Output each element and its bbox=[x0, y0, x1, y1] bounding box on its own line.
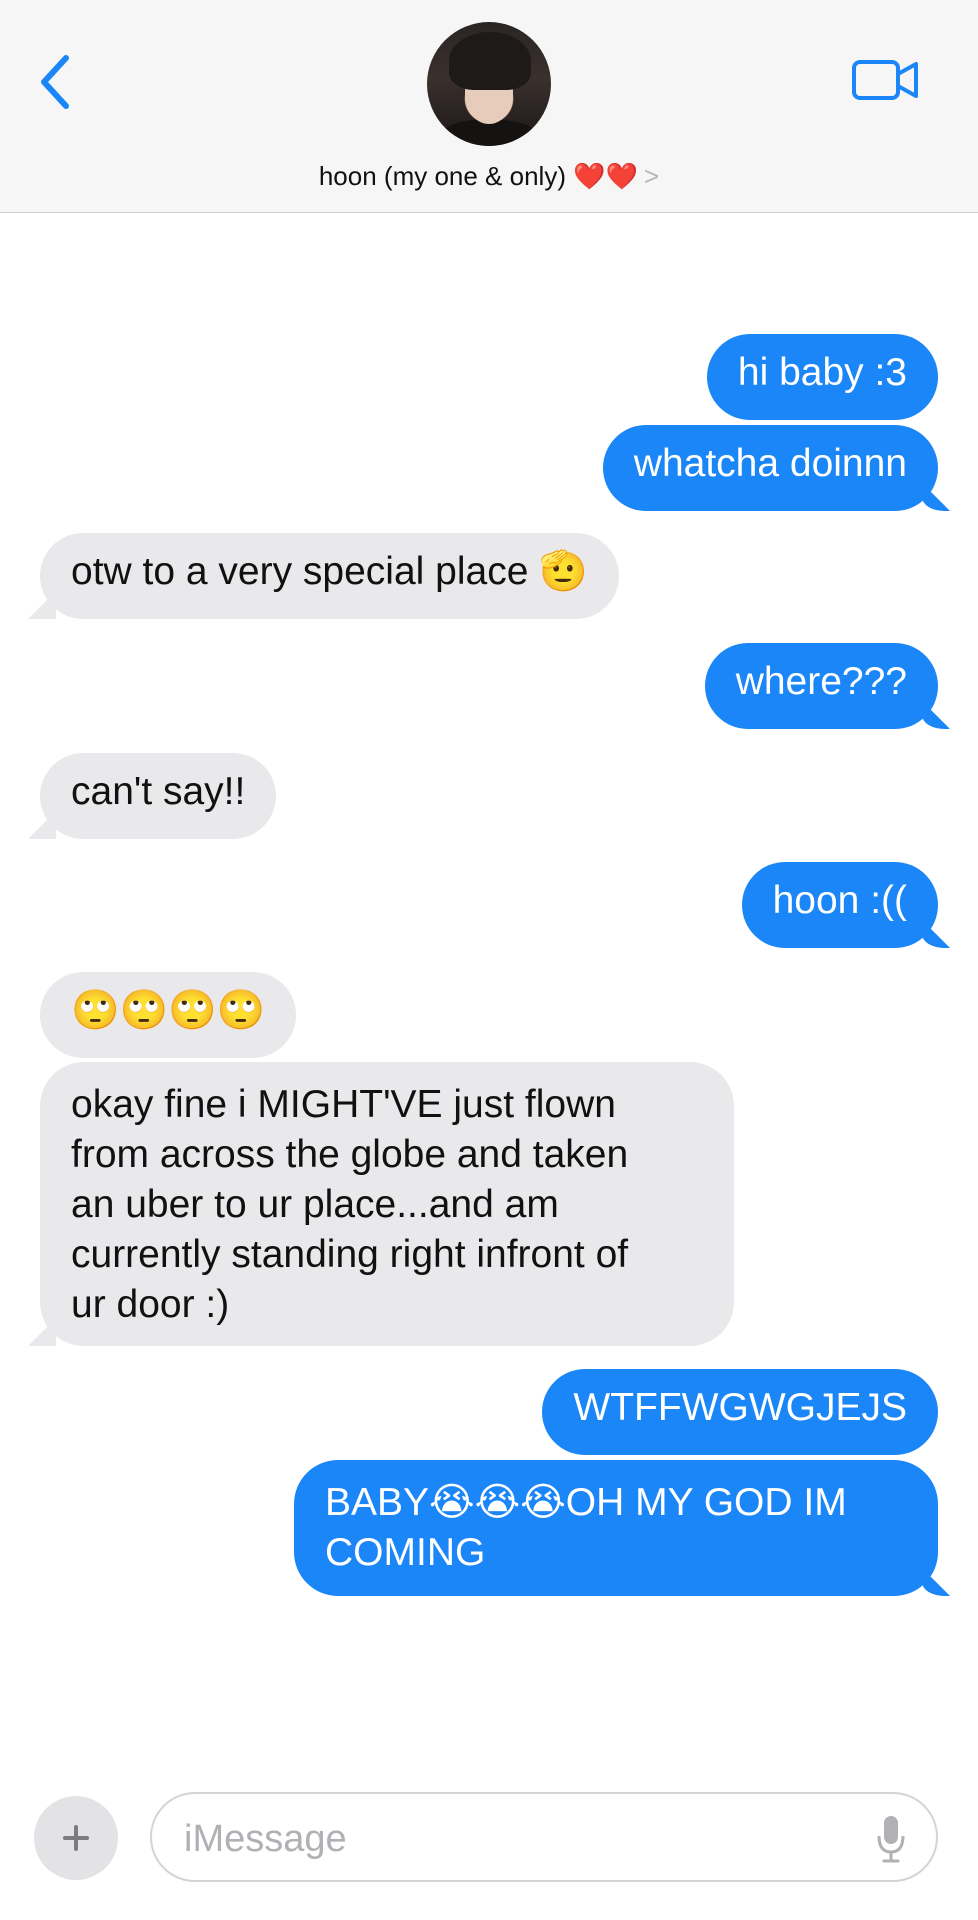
message-composer[interactable] bbox=[150, 1792, 938, 1882]
message-bubble-in[interactable]: 🙄🙄🙄🙄 bbox=[40, 972, 297, 1058]
contact-avatar[interactable] bbox=[427, 22, 551, 146]
message-bubble-in[interactable]: can't say!! bbox=[40, 753, 277, 839]
message-bubble-out[interactable]: whatcha doinnn bbox=[602, 425, 938, 511]
imessage-input[interactable] bbox=[182, 1810, 826, 1868]
chevron-right-icon: > bbox=[643, 161, 660, 191]
video-camera-icon[interactable] bbox=[852, 58, 918, 102]
microphone-icon[interactable] bbox=[876, 1814, 906, 1864]
back-chevron-icon[interactable] bbox=[36, 52, 76, 112]
message-bubble-out[interactable]: WTFFWGWGJEJS bbox=[542, 1369, 938, 1455]
message-bubble-out[interactable]: where??? bbox=[704, 643, 938, 729]
message-bubble-out[interactable]: hi baby :3 bbox=[706, 334, 938, 420]
plus-button[interactable] bbox=[34, 1796, 118, 1880]
message-bubble-out[interactable]: BABY😭😭😭OH MY GOD IM COMING bbox=[294, 1460, 938, 1596]
contact-name: hoon (my one & only) ❤️❤️ bbox=[318, 161, 638, 191]
message-bubble-in[interactable]: otw to a very special place 🫡 bbox=[40, 533, 619, 619]
message-bubble-in[interactable]: okay fine i MIGHT'VE just flown from acr… bbox=[40, 1062, 734, 1346]
avatar-hair bbox=[449, 32, 531, 90]
contact-name-row[interactable]: hoon (my one & only) ❤️❤️ > bbox=[0, 158, 978, 194]
message-bubble-out[interactable]: hoon :(( bbox=[741, 862, 938, 948]
conversation-header: hoon (my one & only) ❤️❤️ > bbox=[0, 0, 978, 213]
